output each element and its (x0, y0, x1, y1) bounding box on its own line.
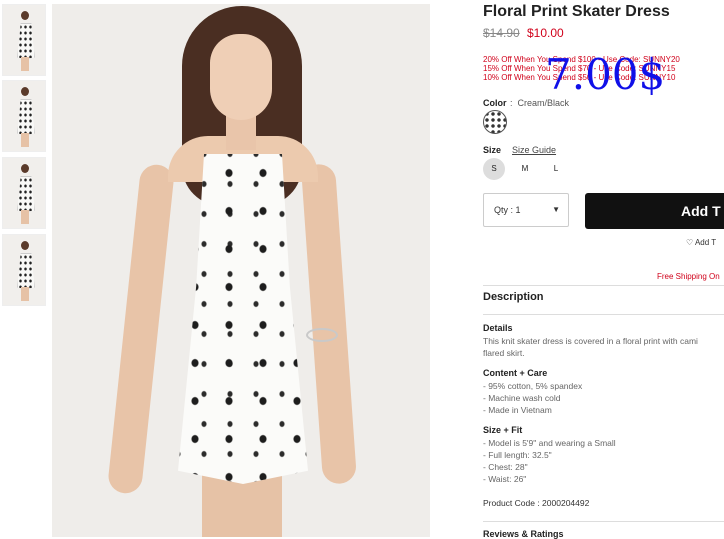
wishlist-label: Add T (694, 238, 717, 247)
heart-icon: ♡ (686, 238, 694, 247)
add-to-wishlist-link[interactable]: ♡ Add T (686, 238, 716, 247)
content-line-3: - Made in Vietnam (483, 405, 552, 415)
size-option-s[interactable]: S (483, 158, 505, 180)
fit-line-4: - Waist: 26" (483, 474, 527, 484)
add-to-bag-label: Add T (681, 203, 721, 219)
color-separator: : (510, 98, 513, 108)
fit-line-2: - Full length: 32.5" (483, 450, 552, 460)
description-heading[interactable]: Description (483, 291, 544, 303)
thumbnail-4[interactable] (2, 234, 46, 306)
product-title: Floral Print Skater Dress (483, 3, 670, 20)
thumbnail-3[interactable] (2, 157, 46, 229)
size-guide-link[interactable]: Size Guide (512, 145, 556, 155)
color-value: : Cream/Black (510, 98, 569, 108)
details-text-1: This knit skater dress is covered in a f… (483, 336, 698, 346)
details-heading: Details (483, 323, 513, 333)
size-option-m[interactable]: M (514, 158, 536, 180)
thumbnail-1[interactable] (2, 4, 46, 76)
size-fit-heading: Size + Fit (483, 425, 523, 435)
size-option-l[interactable]: L (545, 158, 567, 180)
reviews-heading[interactable]: Reviews & Ratings (483, 529, 564, 539)
main-product-image (52, 4, 430, 537)
divider (483, 285, 724, 286)
color-label: Color (483, 98, 507, 108)
color-name: Cream/Black (517, 98, 570, 108)
divider (483, 521, 724, 522)
overlay-price-annotation: 7.00$ (545, 50, 666, 99)
color-swatch[interactable] (483, 110, 507, 134)
quantity-select[interactable]: Qty : 1 ▼ (483, 193, 569, 227)
fit-line-1: - Model is 5'9" and wearing a Small (483, 438, 616, 448)
sale-price: $10.00 (527, 26, 564, 40)
content-line-2: - Machine wash cold (483, 393, 561, 403)
caret-down-icon: ▼ (552, 205, 560, 214)
details-text-2: flared skirt. (483, 348, 525, 358)
fit-line-3: - Chest: 28" (483, 462, 528, 472)
content-care-heading: Content + Care (483, 368, 548, 378)
original-price: $14.90 (483, 26, 520, 40)
size-label: Size (483, 145, 502, 155)
quantity-label: Qty : 1 (494, 205, 521, 215)
product-code: Product Code : 2000204492 (483, 498, 590, 508)
thumbnail-2[interactable] (2, 80, 46, 152)
add-to-bag-button[interactable]: Add T (585, 193, 724, 229)
divider (483, 314, 724, 315)
content-line-1: - 95% cotton, 5% spandex (483, 381, 583, 391)
free-shipping-notice: Free Shipping On (657, 272, 720, 281)
